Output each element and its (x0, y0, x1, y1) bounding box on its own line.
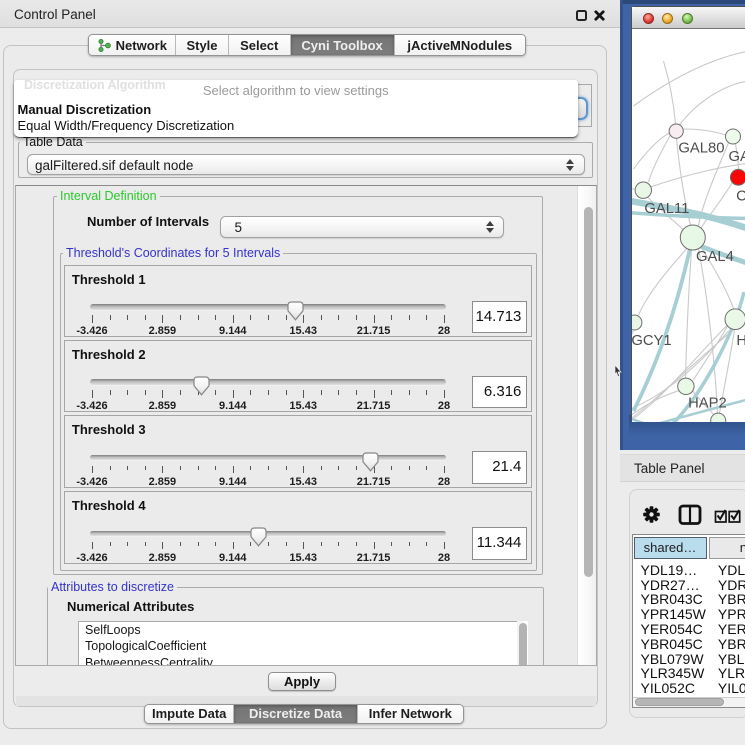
svg-text:GAL11: GAL11 (644, 201, 689, 217)
svg-text:GA: GA (728, 149, 745, 165)
svg-text:GAL80: GAL80 (678, 141, 724, 157)
svg-text:H: H (736, 333, 745, 349)
svg-text:HAP2: HAP2 (688, 396, 727, 412)
svg-text:GCY1: GCY1 (632, 333, 672, 349)
svg-text:C: C (736, 189, 745, 205)
svg-text:GAL4: GAL4 (696, 249, 734, 265)
